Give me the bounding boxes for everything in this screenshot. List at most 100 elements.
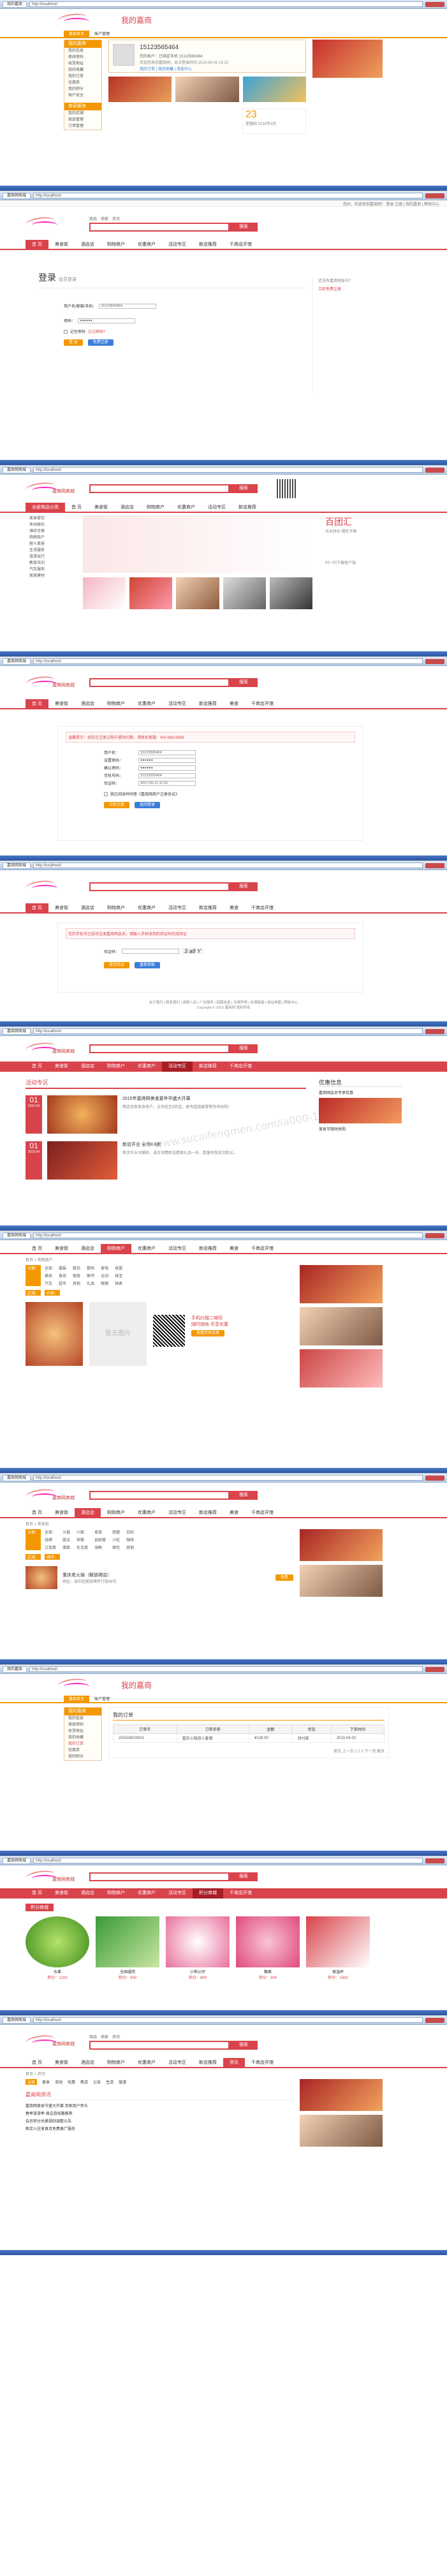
- agree-checkbox[interactable]: [104, 792, 108, 796]
- news-category[interactable]: 生活: [106, 2079, 114, 2085]
- verify-submit-button[interactable]: 提交验证: [104, 962, 130, 968]
- address-bar[interactable]: http://localhost/: [33, 862, 423, 868]
- nav-item[interactable]: 美食街: [48, 699, 75, 708]
- nav-item[interactable]: 优惠商户: [131, 1244, 162, 1253]
- browser-tab[interactable]: 我的嘉商: [3, 1, 27, 8]
- window-controls[interactable]: [425, 658, 444, 664]
- nav-item[interactable]: 美食街: [48, 1244, 75, 1253]
- category-item[interactable]: 教育培训: [26, 560, 77, 566]
- nav-item[interactable]: 优惠商户: [131, 1062, 162, 1072]
- search-input[interactable]: [89, 1872, 230, 1881]
- nav-item[interactable]: 优惠商户: [171, 503, 202, 512]
- view-offers-button[interactable]: 查看所有优惠: [191, 1330, 225, 1336]
- site-logo[interactable]: [25, 215, 70, 232]
- footer-links[interactable]: 关于我们 | 联系我们 | 商家入驻 | 广告服务 | 招聘信息 | 法律声明 …: [0, 1000, 447, 1005]
- category-link[interactable]: 钟表: [115, 1280, 122, 1286]
- browser-tab[interactable]: 嘉商网商城: [3, 466, 31, 473]
- site-logo[interactable]: [57, 1677, 102, 1693]
- resend-button[interactable]: 重新获取: [135, 962, 161, 968]
- sidebar-item[interactable]: 我的信息: [64, 1715, 101, 1722]
- category-link[interactable]: 快餐: [77, 1537, 88, 1543]
- hero-banner[interactable]: [83, 515, 312, 573]
- nav-item[interactable]: 活动专区: [162, 240, 193, 249]
- nav-item[interactable]: 酒店店: [75, 903, 101, 912]
- nav-item[interactable]: 优惠商户: [131, 2058, 162, 2067]
- offer-item[interactable]: 美食节限时抢购: [319, 1126, 402, 1132]
- avatar[interactable]: [113, 44, 135, 66]
- news-category[interactable]: 公告: [93, 2079, 101, 2085]
- product-name[interactable]: 水果: [26, 1969, 89, 1974]
- product-card[interactable]: 水果 积分：1200: [26, 1916, 89, 1980]
- search-input[interactable]: [89, 678, 230, 687]
- nav-item[interactable]: 购物商户: [101, 1508, 131, 1517]
- browser-tab[interactable]: 嘉商网商城: [3, 1232, 31, 1239]
- nav-item[interactable]: 优惠商户: [131, 1888, 162, 1899]
- nav-item[interactable]: 活动专区: [162, 1888, 193, 1899]
- sidebar-item[interactable]: 商品管理: [64, 117, 101, 123]
- product-image[interactable]: [166, 1916, 230, 1967]
- nav-item[interactable]: 美食: [223, 903, 245, 912]
- ad-image[interactable]: [300, 1349, 383, 1388]
- nav-item[interactable]: 首 页: [26, 1508, 48, 1517]
- agree-label[interactable]: 我已阅读并同意《嘉商网用户注册协议》: [110, 791, 179, 797]
- username-input[interactable]: 15123565464: [99, 303, 157, 309]
- nav-item[interactable]: 酒店店: [114, 503, 140, 512]
- window-controls[interactable]: [425, 1028, 444, 1034]
- nav-item[interactable]: 新店推荐: [193, 2058, 223, 2067]
- nav-item[interactable]: 首 页: [26, 1888, 48, 1899]
- product-image[interactable]: [26, 1916, 89, 1967]
- product-name[interactable]: 保温杯: [306, 1969, 370, 1974]
- register-link[interactable]: 立即免费注册: [318, 286, 383, 292]
- search-tab[interactable]: 商家: [101, 2034, 108, 2039]
- nav-item[interactable]: 千商店开馆: [223, 1888, 258, 1899]
- category-link[interactable]: 火锅: [62, 1529, 70, 1535]
- sidebar-item[interactable]: 优惠券: [64, 80, 101, 86]
- category-link[interactable]: 西餐: [112, 1529, 120, 1535]
- address-bar[interactable]: http://localhost/: [33, 1232, 423, 1238]
- product-image[interactable]: [269, 577, 313, 609]
- window-controls[interactable]: [425, 467, 444, 473]
- ad-image[interactable]: [300, 2079, 383, 2111]
- nav-item[interactable]: 新店推荐: [232, 503, 263, 512]
- category-item[interactable]: 丽人美容: [26, 541, 77, 547]
- nav-item[interactable]: 活动专区: [162, 2058, 193, 2067]
- ad-image[interactable]: [300, 2115, 383, 2147]
- nav-item[interactable]: 首 页: [26, 699, 48, 708]
- sidebar-item[interactable]: 我的积分: [64, 1754, 101, 1760]
- nav-item[interactable]: 美食: [223, 699, 245, 708]
- category-link[interactable]: 自助餐: [94, 1537, 106, 1543]
- search-input[interactable]: [89, 882, 230, 891]
- category-link[interactable]: 其他: [126, 1544, 134, 1550]
- category-link[interactable]: 咖啡: [126, 1537, 134, 1543]
- address-bar[interactable]: http://localhost/: [33, 193, 423, 198]
- search-input[interactable]: [89, 222, 230, 232]
- category-link[interactable]: 全部: [45, 1529, 56, 1535]
- password-input[interactable]: ●●●●●●: [138, 757, 196, 763]
- list-item[interactable]: 嘉商网美食节盛大开幕 百家商户参与: [26, 2103, 293, 2110]
- search-button[interactable]: 搜索: [230, 222, 258, 232]
- browser-tab[interactable]: 嘉商网商城: [3, 862, 31, 869]
- nav-item[interactable]: 酒店店: [75, 2058, 101, 2067]
- nav-item[interactable]: 美食街: [48, 1062, 75, 1072]
- category-link[interactable]: 其他: [73, 1280, 80, 1286]
- sidebar-item[interactable]: 收货地址: [64, 61, 101, 67]
- nav-item[interactable]: 购物商户: [101, 1062, 131, 1072]
- sidebar-item[interactable]: 修改密码: [64, 1722, 101, 1728]
- window-controls[interactable]: [425, 2017, 444, 2023]
- nav-item[interactable]: 美食街: [48, 1508, 75, 1517]
- nav-item[interactable]: 积分商城: [192, 1888, 223, 1899]
- sidebar-item[interactable]: 订单管理: [64, 123, 101, 130]
- account-links[interactable]: 我的订单 | 我的收藏 | 消息中心: [140, 66, 192, 71]
- category-link[interactable]: 湘菜: [62, 1544, 70, 1550]
- nav-item[interactable]: 首 页: [26, 240, 48, 249]
- search-tab[interactable]: 商家: [101, 216, 108, 221]
- category-link[interactable]: 礼品: [87, 1280, 94, 1286]
- nav-item[interactable]: 美食街: [88, 503, 114, 512]
- search-button[interactable]: 搜索: [230, 1491, 258, 1500]
- password-input[interactable]: ●●●●●●: [78, 318, 136, 323]
- window-controls[interactable]: [425, 1858, 444, 1863]
- category-link[interactable]: 鞋包: [73, 1265, 80, 1271]
- news-category[interactable]: 活动: [55, 2079, 62, 2085]
- category-link[interactable]: 家居: [73, 1273, 80, 1278]
- pager[interactable]: 首页 上一页 1 2 3 下一页 尾页: [113, 1748, 385, 1754]
